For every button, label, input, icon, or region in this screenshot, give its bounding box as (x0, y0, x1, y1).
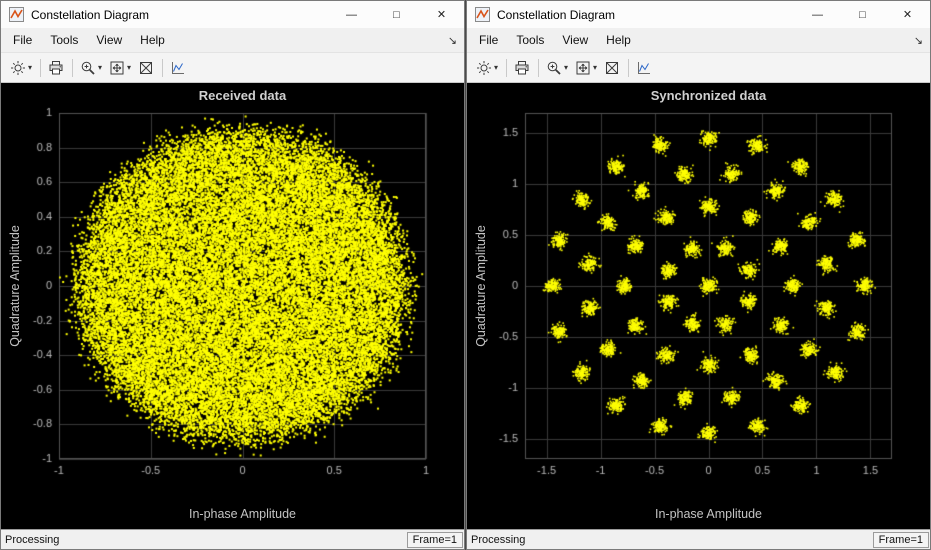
frame-counter: Frame=1 (873, 532, 929, 548)
status-text: Processing (467, 534, 525, 546)
window-title: Constellation Diagram (497, 8, 615, 22)
desktop: Constellation Diagram — □ ✕ File Tools V… (0, 0, 931, 550)
scale-axes-button[interactable]: ▾ (572, 58, 600, 78)
menu-help[interactable]: Help (597, 30, 640, 50)
toolbar-separator (506, 59, 507, 77)
menu-file[interactable]: File (4, 30, 41, 50)
scale-axes-button[interactable]: ▾ (106, 58, 134, 78)
dropdown-icon: ▾ (564, 63, 568, 72)
status-text: Processing (1, 534, 59, 546)
toolbar-separator (628, 59, 629, 77)
dropdown-icon: ▾ (593, 63, 597, 72)
zoom-button[interactable]: ▾ (543, 58, 571, 78)
x-axis-label: In-phase Amplitude (525, 507, 892, 521)
received-plot-canvas[interactable] (1, 83, 464, 529)
dropdown-icon: ▾ (494, 63, 498, 72)
toolbar-separator (72, 59, 73, 77)
toolbar: ▾ ▾ ▾ (1, 52, 464, 83)
figure-area: Received data In-phase Amplitude Quadrat… (1, 83, 464, 529)
frame-counter: Frame=1 (407, 532, 463, 548)
window-controls: — □ ✕ (795, 1, 930, 28)
dropdown-icon: ▾ (98, 63, 102, 72)
dropdown-icon: ▾ (28, 63, 32, 72)
toolbar-separator (538, 59, 539, 77)
measurements-button[interactable] (633, 58, 655, 78)
settings-button[interactable]: ▾ (7, 58, 35, 78)
menu-view[interactable]: View (553, 30, 597, 50)
window-title: Constellation Diagram (31, 8, 149, 22)
maximize-button[interactable]: □ (374, 1, 419, 28)
plot-title: Synchronized data (525, 88, 892, 103)
print-button[interactable] (45, 58, 67, 78)
statusbar: Processing Frame=1 (1, 529, 464, 549)
dropdown-icon: ▾ (127, 63, 131, 72)
constellation-window-received: Constellation Diagram — □ ✕ File Tools V… (0, 0, 465, 550)
menu-tools[interactable]: Tools (41, 30, 87, 50)
plot-title: Received data (59, 88, 426, 103)
autoscale-button[interactable] (601, 58, 623, 78)
dock-arrow-icon[interactable]: ↘ (914, 34, 930, 47)
minimize-button[interactable]: — (795, 1, 840, 28)
maximize-button[interactable]: □ (840, 1, 885, 28)
menu-tools[interactable]: Tools (507, 30, 553, 50)
zoom-button[interactable]: ▾ (77, 58, 105, 78)
constellation-window-synchronized: Constellation Diagram — □ ✕ File Tools V… (466, 0, 931, 550)
y-axis-label: Quadrature Amplitude (2, 113, 28, 459)
menu-view[interactable]: View (87, 30, 131, 50)
measurements-button[interactable] (167, 58, 189, 78)
toolbar: ▾ ▾ ▾ (467, 52, 930, 83)
menu-help[interactable]: Help (131, 30, 174, 50)
x-axis-label: In-phase Amplitude (59, 507, 426, 521)
window-controls: — □ ✕ (329, 1, 464, 28)
menubar: File Tools View Help ↘ (467, 28, 930, 52)
print-button[interactable] (511, 58, 533, 78)
figure-area: Synchronized data In-phase Amplitude Qua… (467, 83, 930, 529)
minimize-button[interactable]: — (329, 1, 374, 28)
autoscale-button[interactable] (135, 58, 157, 78)
toolbar-separator (162, 59, 163, 77)
titlebar[interactable]: Constellation Diagram — □ ✕ (1, 1, 464, 28)
close-button[interactable]: ✕ (419, 1, 464, 28)
dock-arrow-icon[interactable]: ↘ (448, 34, 464, 47)
titlebar[interactable]: Constellation Diagram — □ ✕ (467, 1, 930, 28)
menu-file[interactable]: File (470, 30, 507, 50)
menubar: File Tools View Help ↘ (1, 28, 464, 52)
close-button[interactable]: ✕ (885, 1, 930, 28)
statusbar: Processing Frame=1 (467, 529, 930, 549)
app-icon (9, 7, 25, 23)
synchronized-plot-canvas[interactable] (467, 83, 930, 529)
toolbar-separator (40, 59, 41, 77)
y-axis-label: Quadrature Amplitude (468, 113, 494, 459)
settings-button[interactable]: ▾ (473, 58, 501, 78)
app-icon (475, 7, 491, 23)
